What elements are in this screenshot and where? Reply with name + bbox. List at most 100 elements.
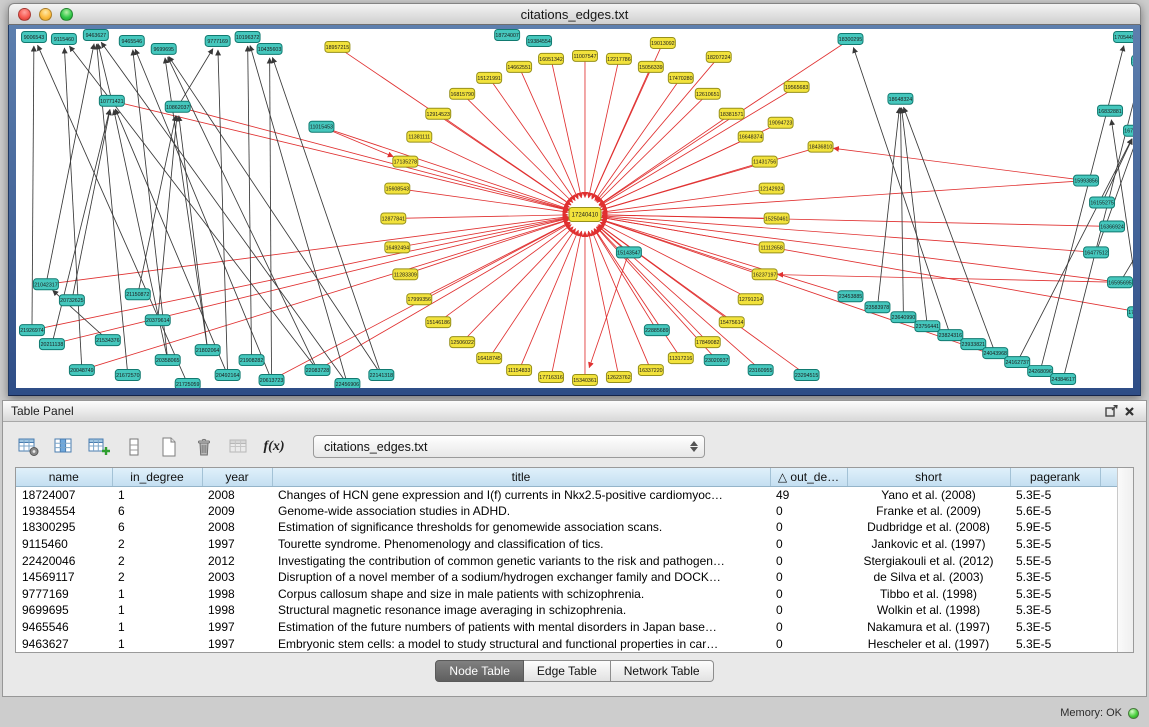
network-node[interactable]: 19094723 (768, 117, 793, 128)
network-edge[interactable] (248, 46, 252, 360)
table-cell[interactable]: 1 (112, 486, 202, 503)
table-cell[interactable]: 2008 (202, 519, 272, 536)
network-edge[interactable] (250, 46, 347, 384)
network-node[interactable]: 11381111 (407, 131, 432, 142)
table-cell[interactable]: 9777169 (16, 586, 112, 603)
table-cell[interactable]: 1997 (202, 619, 272, 636)
table-cell[interactable]: Corpus callosum shape and size in male p… (272, 586, 770, 603)
network-node[interactable]: 17273972 (1128, 307, 1133, 318)
network-node[interactable]: 19565683 (784, 81, 809, 92)
table-cell[interactable]: 0 (770, 619, 847, 636)
network-node[interactable]: 12791214 (738, 294, 763, 305)
table-cell[interactable]: 9115460 (16, 536, 112, 553)
network-edge[interactable] (115, 109, 227, 375)
network-node[interactable]: 12217786 (606, 53, 631, 64)
table-cell[interactable]: 5.3E-5 (1010, 602, 1100, 619)
network-node[interactable]: 11015453 (309, 121, 334, 132)
network-edge[interactable] (902, 108, 928, 326)
network-node[interactable]: 23583978 (865, 302, 890, 313)
column-header[interactable]: pagerank (1010, 468, 1100, 486)
new-column-icon[interactable] (87, 436, 111, 458)
network-node[interactable]: 11317216 (668, 353, 693, 364)
table-cell[interactable]: 0 (770, 503, 847, 520)
table-cell[interactable]: 2 (112, 552, 202, 569)
table-row[interactable]: 1872400712008Changes of HCN gene express… (16, 486, 1117, 503)
network-node[interactable]: 21672570 (115, 370, 140, 381)
table-mode-icon[interactable] (17, 436, 41, 458)
network-edge[interactable] (69, 46, 317, 370)
network-node[interactable]: 23933821 (961, 339, 986, 350)
network-node[interactable]: 9699695 (151, 43, 176, 54)
new-network-from-table-icon[interactable] (157, 436, 181, 458)
table-cell[interactable]: Changes of HCN gene expression and I(f) … (272, 486, 770, 503)
table-cell[interactable]: Estimation of significance thresholds fo… (272, 519, 770, 536)
network-node[interactable]: 10862037 (165, 101, 190, 112)
table-cell[interactable]: 0 (770, 569, 847, 586)
network-node[interactable]: 18957215 (325, 41, 350, 52)
network-node[interactable]: 22456906 (335, 379, 360, 388)
table-cell[interactable]: Estimation of the future numbers of pati… (272, 619, 770, 636)
network-node[interactable]: 18648324 (888, 93, 913, 104)
network-edge[interactable] (337, 47, 570, 205)
network-node[interactable]: 22083728 (305, 365, 330, 376)
network-node[interactable]: 11283309 (393, 269, 418, 280)
network-node[interactable]: 18207224 (706, 51, 731, 62)
network-node[interactable]: 18724007 (495, 29, 520, 40)
network-edge[interactable] (462, 227, 573, 342)
network-node[interactable]: 21908282 (239, 355, 264, 366)
network-node[interactable]: 10196372 (235, 31, 260, 42)
network-node[interactable]: 19013092 (650, 37, 675, 48)
table-cell[interactable]: Tourette syndrome. Phenomenology and cla… (272, 536, 770, 553)
network-node[interactable]: 11431756 (752, 156, 777, 167)
network-node[interactable]: 17849082 (695, 337, 720, 348)
network-edge[interactable] (393, 215, 568, 219)
network-node[interactable]: 18436810 (808, 141, 833, 152)
network-edge[interactable] (602, 215, 1112, 227)
table-cell[interactable]: 18724007 (16, 486, 112, 503)
network-node[interactable]: 16477512 (1084, 247, 1109, 258)
table-cell[interactable]: 1997 (202, 635, 272, 652)
show-columns-icon[interactable] (52, 436, 76, 458)
table-cell[interactable]: 9465546 (16, 619, 112, 636)
table-cell[interactable]: 1997 (202, 536, 272, 553)
window-titlebar[interactable]: citations_edges.txt (8, 3, 1141, 25)
table-cell[interactable]: Hescheler et al. (1997) (847, 635, 1010, 652)
network-node[interactable]: 20379614 (145, 315, 170, 326)
table-row[interactable]: 969969511998Structural magnetic resonanc… (16, 602, 1117, 619)
table-cell[interactable]: 0 (770, 519, 847, 536)
network-node[interactable]: 16237197 (752, 269, 777, 280)
table-cell[interactable]: 9699695 (16, 602, 112, 619)
network-node[interactable]: 12623762 (606, 372, 631, 383)
network-node[interactable]: 11154833 (507, 365, 532, 376)
network-node[interactable]: 16719226 (1124, 125, 1133, 136)
network-edge[interactable] (588, 231, 618, 377)
network-node[interactable]: 23453885 (838, 291, 863, 302)
table-cell[interactable]: 1 (112, 602, 202, 619)
table-cell[interactable]: 18300295 (16, 519, 112, 536)
table-cell[interactable]: 0 (770, 635, 847, 652)
table-cell[interactable]: Investigating the contribution of common… (272, 552, 770, 569)
network-node[interactable]: 22885689 (644, 325, 669, 336)
network-node[interactable]: 23020937 (704, 355, 729, 366)
table-cell[interactable]: 9463627 (16, 635, 112, 652)
table-row[interactable]: 977716911998Corpus callosum shape and si… (16, 586, 1117, 603)
network-node[interactable]: 16051342 (539, 53, 564, 64)
table-cell[interactable]: 2009 (202, 503, 272, 520)
network-edge[interactable] (397, 217, 568, 247)
table-row[interactable]: 1938455462009Genome-wide association stu… (16, 503, 1117, 520)
network-node[interactable]: 21725059 (175, 379, 200, 388)
table-cell[interactable]: 6 (112, 503, 202, 520)
network-node[interactable]: 24043968 (983, 348, 1008, 359)
network-node[interactable]: 17999356 (407, 294, 432, 305)
delete-columns-icon[interactable] (192, 436, 216, 458)
float-panel-icon[interactable] (1102, 403, 1120, 419)
network-edge[interactable] (551, 231, 581, 377)
network-node[interactable]: 16595695 (1108, 277, 1133, 288)
network-node[interactable]: 23640990 (891, 312, 916, 323)
network-node[interactable]: 19384554 (527, 35, 552, 46)
network-node[interactable]: 24384617 (1051, 374, 1076, 385)
table-cell[interactable]: 5.3E-5 (1010, 586, 1100, 603)
network-edge[interactable] (589, 252, 629, 367)
network-node[interactable]: 9465546 (119, 35, 144, 46)
network-node[interactable]: 15056339 (638, 61, 663, 72)
